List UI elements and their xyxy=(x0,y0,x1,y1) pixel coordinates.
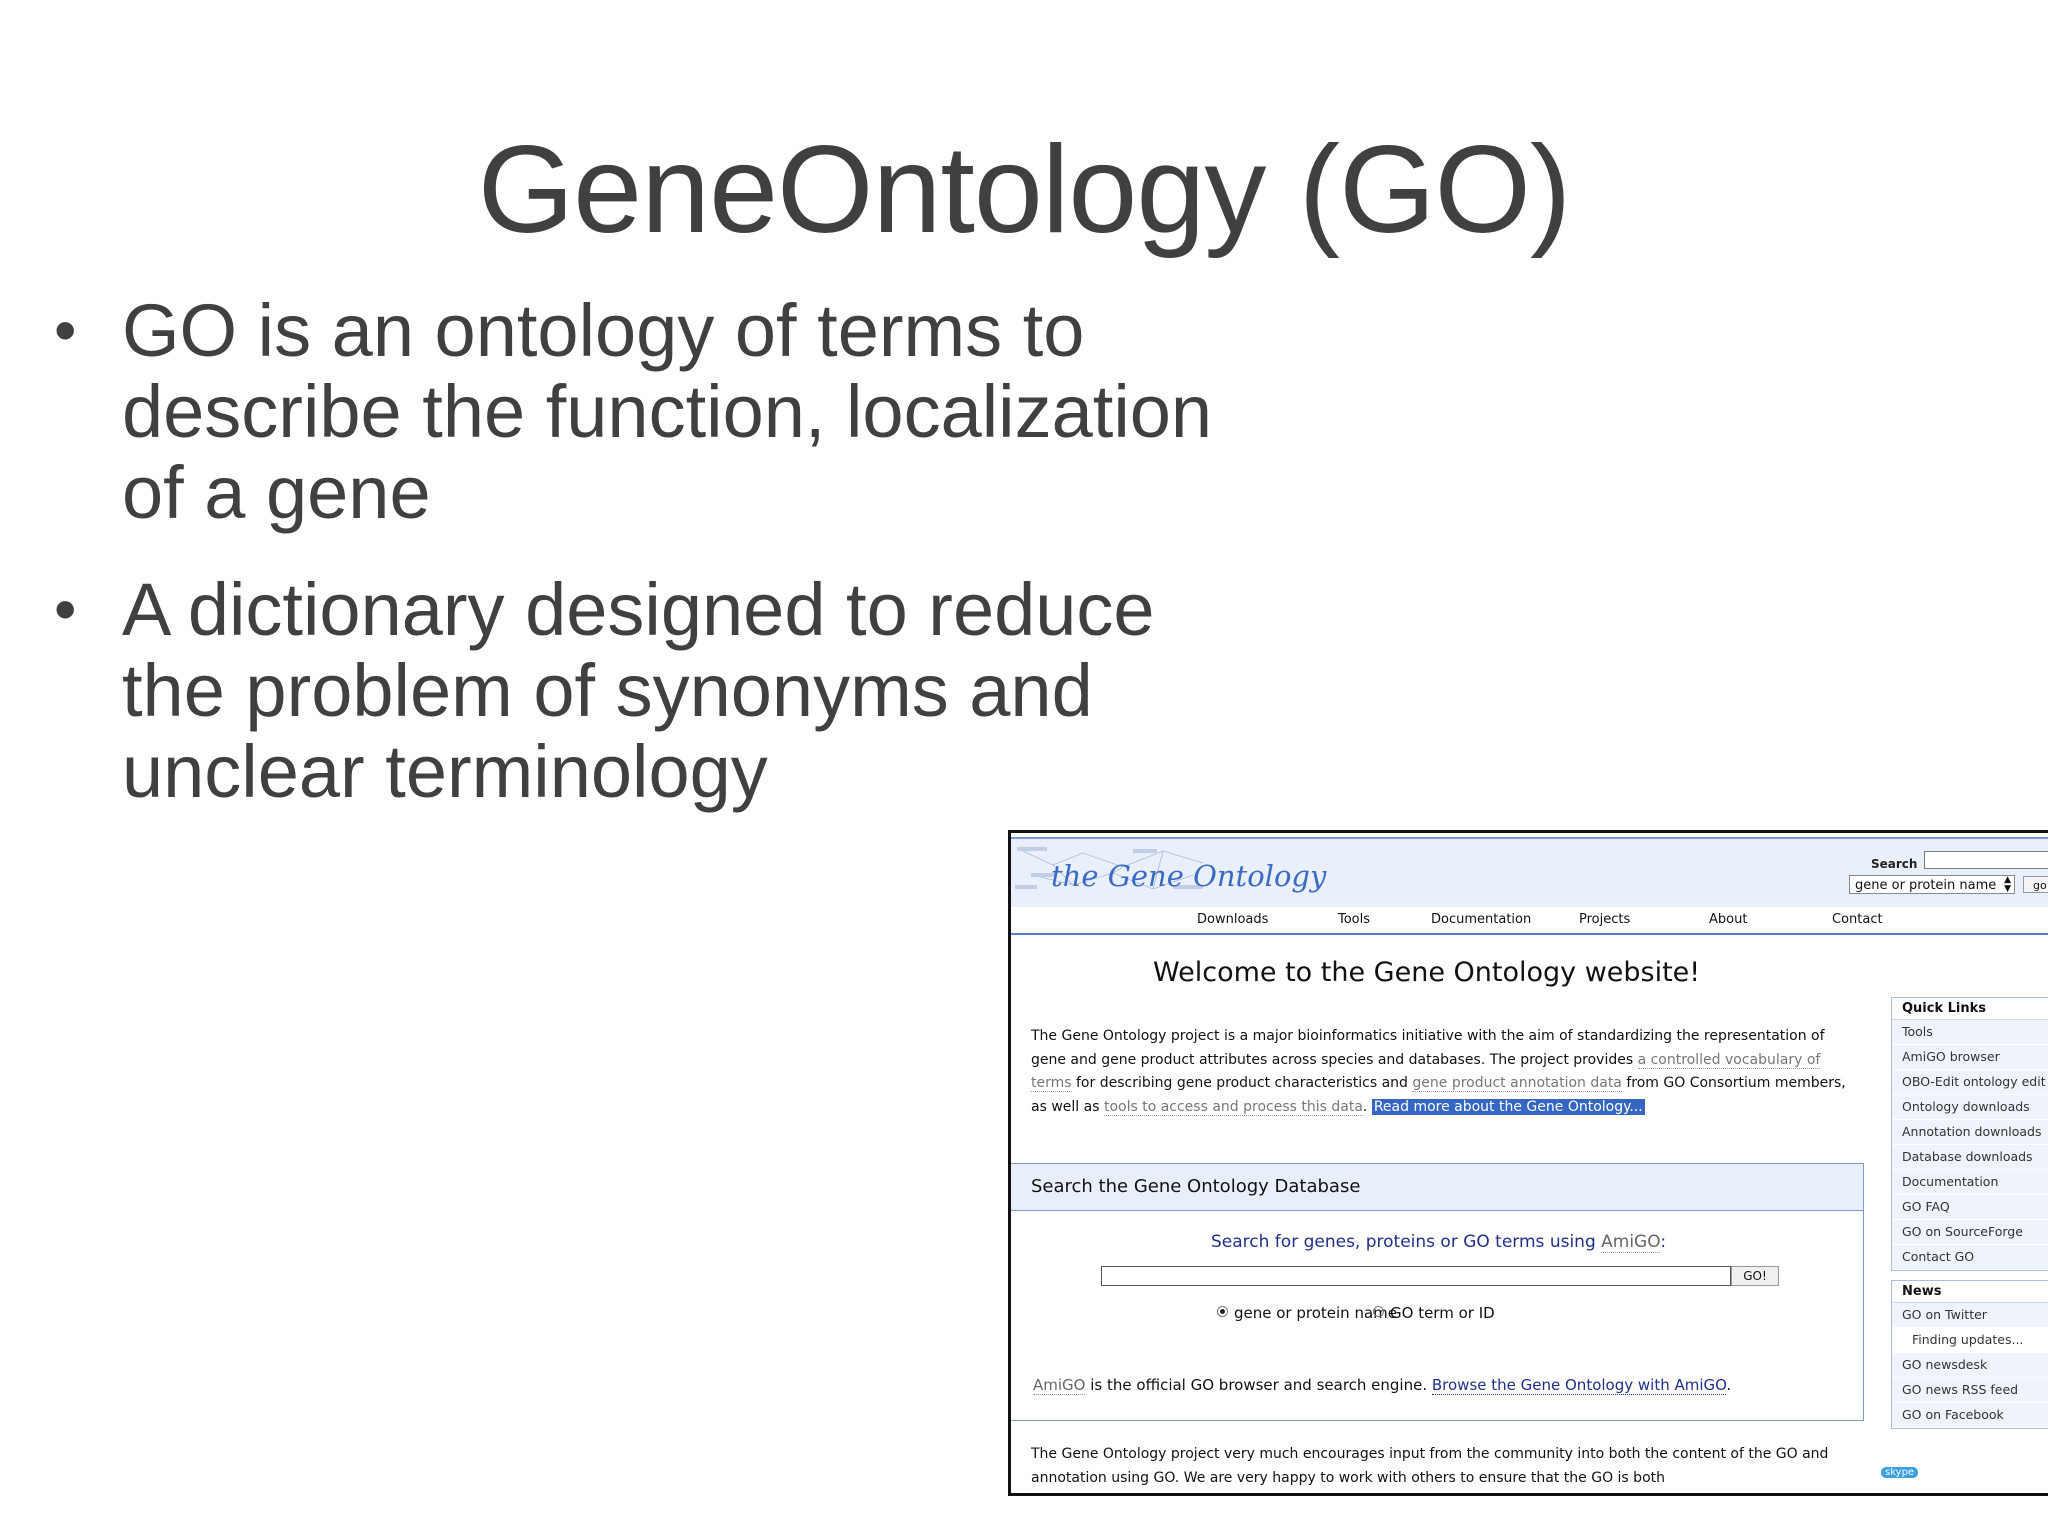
site-header: the Gene Ontology Search gene or protein… xyxy=(1011,837,2048,909)
radio-label: GO term or ID xyxy=(1390,1304,1495,1322)
quick-link-database-downloads[interactable]: Database downloads xyxy=(1892,1145,2048,1170)
amigo-text: is the official GO browser and search en… xyxy=(1085,1376,1432,1394)
quick-link-faq[interactable]: GO FAQ xyxy=(1892,1195,2048,1220)
bullet-line: the problem of synonyms and xyxy=(122,649,1093,732)
database-search-go-button[interactable]: GO! xyxy=(1731,1266,1779,1286)
slide-title: GeneOntology (GO) xyxy=(477,121,1572,259)
bullet-line: describe the function, localization xyxy=(122,370,1213,453)
read-more-link[interactable]: Read more about the Gene Ontology... xyxy=(1371,1098,1645,1115)
intro-text: for describing gene product characterist… xyxy=(1071,1075,1413,1091)
search-prompt-end: : xyxy=(1660,1232,1667,1252)
header-search-input[interactable] xyxy=(1924,851,2048,869)
nav-about[interactable]: About xyxy=(1709,912,1747,927)
intro-paragraph: The Gene Ontology project is a major bio… xyxy=(1031,1025,1851,1119)
amigo-info-line: AmiGO is the official GO browser and sea… xyxy=(1033,1376,1732,1395)
news-twitter[interactable]: GO on Twitter xyxy=(1892,1303,2048,1328)
nav-tools[interactable]: Tools xyxy=(1338,912,1370,927)
browse-amigo-link[interactable]: Browse the Gene Ontology with AmiGO xyxy=(1431,1376,1727,1395)
search-prompt-text: Search for genes, proteins or GO terms u… xyxy=(1211,1232,1602,1252)
amigo-line-end: . xyxy=(1726,1376,1732,1394)
quick-link-tools[interactable]: Tools xyxy=(1892,1020,2048,1045)
quick-link-obo-edit[interactable]: OBO-Edit ontology edit xyxy=(1892,1070,2048,1095)
main-nav: Downloads Tools Documentation Projects A… xyxy=(1011,907,2048,935)
select-value: gene or protein name xyxy=(1855,878,1997,893)
select-arrows-icon: ▲ ▼ xyxy=(2004,875,2011,894)
header-search-go-button[interactable]: go xyxy=(2023,876,2048,893)
quick-links-heading: Quick Links xyxy=(1892,998,2048,1020)
bullet-line: A dictionary designed to reduce xyxy=(122,568,1155,651)
website-screenshot: the Gene Ontology Search gene or protein… xyxy=(1008,830,2048,1496)
radio-gene-or-protein[interactable]: gene or protein name xyxy=(1217,1304,1397,1322)
nav-projects[interactable]: Projects xyxy=(1579,912,1630,927)
annotation-data-link[interactable]: gene product annotation data xyxy=(1412,1075,1622,1092)
amigo-link[interactable]: AmiGO xyxy=(1601,1232,1661,1253)
welcome-heading: Welcome to the Gene Ontology website! xyxy=(1153,957,1701,988)
radio-selected-icon xyxy=(1217,1306,1228,1317)
header-search-type-select[interactable]: gene or protein name ▲ ▼ xyxy=(1849,875,2015,894)
bullet-list: • GO is an ontology of terms to describe… xyxy=(54,290,1214,848)
quick-links-panel: Quick Links Tools AmiGO browser OBO-Edit… xyxy=(1891,997,2048,1271)
amigo-link[interactable]: AmiGO xyxy=(1033,1376,1086,1395)
community-paragraph: The Gene Ontology project very much enco… xyxy=(1031,1446,1829,1486)
bullet-item: • GO is an ontology of terms to describe… xyxy=(54,290,1214,533)
news-heading: News xyxy=(1892,1281,2048,1303)
quick-link-amigo[interactable]: AmiGO browser xyxy=(1892,1045,2048,1070)
news-panel: News GO on Twitter Finding updates... GO… xyxy=(1891,1280,2048,1429)
search-prompt: Search for genes, proteins or GO terms u… xyxy=(1211,1232,1667,1253)
quick-link-sourceforge[interactable]: GO on SourceForge xyxy=(1892,1220,2048,1245)
quick-link-annotation-downloads[interactable]: Annotation downloads xyxy=(1892,1120,2048,1145)
bullet-line: of a gene xyxy=(122,451,431,534)
news-facebook[interactable]: GO on Facebook xyxy=(1892,1403,2048,1428)
nav-downloads[interactable]: Downloads xyxy=(1197,912,1268,927)
quick-link-documentation[interactable]: Documentation xyxy=(1892,1170,2048,1195)
bullet-dot: • xyxy=(54,573,77,645)
bullet-line: GO is an ontology of terms to xyxy=(122,289,1085,372)
intro-text: . xyxy=(1362,1098,1372,1115)
nav-documentation[interactable]: Documentation xyxy=(1431,912,1531,927)
nav-contact[interactable]: Contact xyxy=(1832,912,1883,927)
skype-badge: skype xyxy=(1881,1467,1919,1478)
database-search-input[interactable] xyxy=(1101,1266,1731,1286)
header-search-label: Search xyxy=(1871,857,1918,871)
quick-link-contact[interactable]: Contact GO xyxy=(1892,1245,2048,1270)
news-rss[interactable]: GO news RSS feed xyxy=(1892,1378,2048,1403)
news-finding-updates: Finding updates... xyxy=(1892,1328,2048,1353)
tools-link[interactable]: tools to access and process this data xyxy=(1103,1098,1363,1116)
news-newsdesk[interactable]: GO newsdesk xyxy=(1892,1353,2048,1378)
bullet-item: • A dictionary designed to reduce the pr… xyxy=(54,569,1214,812)
search-database-panel: Search the Gene Ontology Database Search… xyxy=(1011,1163,1864,1421)
radio-unselected-icon xyxy=(1373,1306,1384,1317)
radio-go-term[interactable]: GO term or ID xyxy=(1373,1304,1495,1322)
search-panel-heading: Search the Gene Ontology Database xyxy=(1011,1164,1863,1211)
bullet-dot: • xyxy=(54,294,77,366)
quick-link-ontology-downloads[interactable]: Ontology downloads xyxy=(1892,1095,2048,1120)
bullet-line: unclear terminology xyxy=(122,730,768,813)
site-logo[interactable]: the Gene Ontology xyxy=(1051,859,1326,893)
